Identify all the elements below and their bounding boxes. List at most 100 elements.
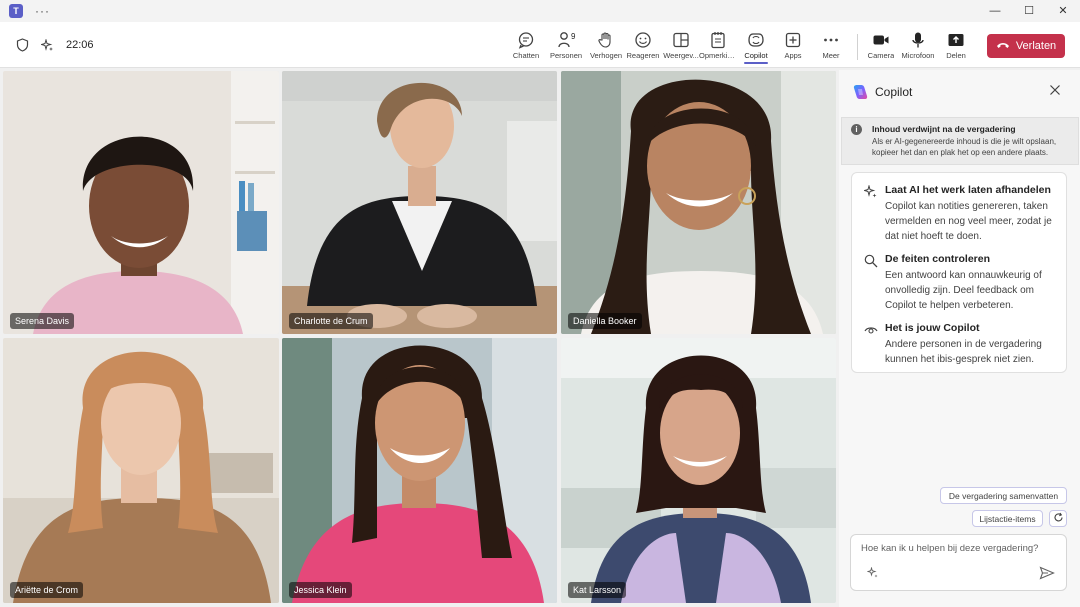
microphone-button[interactable]: Microfoon: [900, 30, 936, 64]
copilot-logo-icon: [852, 84, 868, 103]
share-label: Delen: [946, 51, 966, 60]
search-icon: [864, 254, 878, 271]
copilot-prompt-input[interactable]: [861, 543, 1061, 554]
list-item: Laat AI het werk laten afhandelen Copilo…: [862, 184, 1060, 252]
apps-icon: [784, 30, 802, 50]
video-tile[interactable]: Jessica Klein: [282, 338, 557, 603]
shield-icon[interactable]: [16, 38, 29, 52]
apps-button[interactable]: Apps: [775, 30, 811, 64]
meeting-toolbar: 22:06 Chatten 9 Personen Verhogen Reager…: [0, 22, 1080, 68]
item-title: Laat AI het werk laten afhandelen: [885, 184, 1051, 196]
summarize-meeting-chip[interactable]: De vergadering samenvatten: [940, 487, 1067, 504]
microphone-label: Microfoon: [901, 51, 935, 60]
participant-name: Serena Davis: [10, 313, 75, 329]
camera-icon: [872, 30, 890, 50]
video-tile[interactable]: Serena Davis: [3, 71, 279, 334]
participant-video: [561, 338, 836, 603]
info-icon: i: [851, 124, 862, 135]
list-item: De feiten controleren Een antwoord kan o…: [864, 253, 1060, 321]
emoji-icon: [634, 30, 652, 50]
chat-label: Chatten: [512, 51, 540, 60]
participant-video: [561, 71, 836, 334]
copilot-button[interactable]: Copilot: [738, 30, 774, 64]
react-label: Reageren: [626, 51, 660, 60]
people-icon: 9: [558, 30, 576, 50]
notice-body: Als er AI-gegenereerde inhoud is die je …: [872, 137, 1057, 157]
people-button[interactable]: 9 Personen: [548, 30, 584, 64]
leave-button[interactable]: Verlaten: [987, 34, 1065, 58]
chat-icon: [517, 30, 535, 50]
view-label: Weergev...: [663, 51, 699, 60]
more-label: Meer: [822, 51, 840, 60]
copilot-intro-card: Laat AI het werk laten afhandelen Copilo…: [851, 172, 1067, 373]
participant-name: Charlotte de Crum: [289, 313, 373, 329]
people-label: Personen: [549, 51, 583, 60]
microphone-icon: [910, 30, 926, 50]
close-icon[interactable]: [1047, 82, 1063, 98]
apps-label: Apps: [784, 51, 802, 60]
participant-name: Kat Larsson: [568, 582, 627, 598]
copilot-panel: Copilot i Inhoud verdwijnt na de vergade…: [839, 70, 1080, 607]
phone-hangup-icon: [996, 40, 1010, 53]
camera-label: Camera: [867, 51, 895, 60]
title-more-button[interactable]: ···: [35, 4, 50, 18]
video-tile[interactable]: Kat Larsson: [561, 338, 836, 603]
participant-name: Jessica Klein: [289, 582, 352, 598]
minimize-button[interactable]: —: [978, 0, 1012, 22]
chat-button[interactable]: Chatten: [508, 30, 544, 64]
video-tile[interactable]: Ariëtte de Crom: [3, 338, 279, 603]
toolbar-divider: [857, 34, 858, 60]
list-item: Het is jouw Copilot Andere personen in d…: [864, 322, 1060, 370]
meeting-status: 22:06: [16, 22, 94, 68]
copilot-label: Copilot: [744, 51, 768, 60]
meeting-time: 22:06: [66, 39, 94, 51]
title-bar: T ··· — ☐ ✕: [0, 0, 1080, 22]
item-body: Copilot kan notities genereren, taken ve…: [885, 201, 1052, 242]
participant-video: [282, 71, 557, 334]
refresh-suggestions-button[interactable]: [1049, 510, 1067, 527]
people-count-badge: 9: [571, 32, 576, 41]
more-button[interactable]: Meer: [813, 30, 849, 64]
copilot-icon: [747, 30, 765, 50]
notes-button[interactable]: Opmerkin...: [699, 30, 737, 64]
camera-button[interactable]: Camera: [863, 30, 899, 64]
video-tile[interactable]: Charlotte de Crum: [282, 71, 557, 334]
copilot-header: Copilot: [839, 70, 1080, 114]
copilot-title: Copilot: [875, 85, 913, 99]
participant-name: Daniella Booker: [568, 313, 642, 329]
content-notice: i Inhoud verdwijnt na de vergadering Als…: [841, 117, 1079, 165]
item-title: De feiten controleren: [885, 253, 991, 265]
item-body: Andere personen in de vergadering kunnen…: [885, 339, 1042, 365]
notes-label: Opmerkin...: [699, 51, 737, 60]
refresh-icon: [1053, 512, 1064, 526]
item-body: Een antwoord kan onnauwkeurig of onvolle…: [885, 270, 1042, 311]
sparkle-icon: [862, 184, 878, 202]
raise-hand-icon: [597, 30, 615, 50]
copilot-prompt-box: [850, 534, 1067, 591]
leave-label: Verlaten: [1015, 40, 1057, 52]
participant-video: [3, 338, 279, 603]
item-title: Het is jouw Copilot: [885, 322, 980, 334]
view-button[interactable]: Weergev...: [663, 30, 699, 64]
video-tile[interactable]: Daniella Booker: [561, 71, 836, 334]
close-window-button[interactable]: ✕: [1046, 0, 1080, 22]
send-icon[interactable]: [1039, 566, 1055, 583]
react-button[interactable]: Reageren: [625, 30, 661, 64]
participant-video: [3, 71, 279, 334]
notes-icon: [710, 30, 726, 50]
maximize-button[interactable]: ☐: [1012, 0, 1046, 22]
prompt-sparkle-icon[interactable]: [866, 566, 879, 582]
participant-video: [282, 338, 557, 603]
share-button[interactable]: Delen: [938, 30, 974, 64]
view-icon: [672, 30, 690, 50]
more-icon: [822, 30, 840, 50]
share-icon: [947, 30, 965, 50]
raise-hand-label: Verhogen: [589, 51, 623, 60]
sparkle-icon[interactable]: [41, 38, 54, 52]
window-controls: — ☐ ✕: [978, 0, 1080, 22]
eye-icon: [864, 323, 878, 340]
notice-title: Inhoud verdwijnt na de vergadering: [872, 124, 1016, 134]
action-items-chip[interactable]: Lijstactie-items: [972, 510, 1043, 527]
raise-hand-button[interactable]: Verhogen: [588, 30, 624, 64]
teams-logo-icon: T: [9, 4, 23, 18]
